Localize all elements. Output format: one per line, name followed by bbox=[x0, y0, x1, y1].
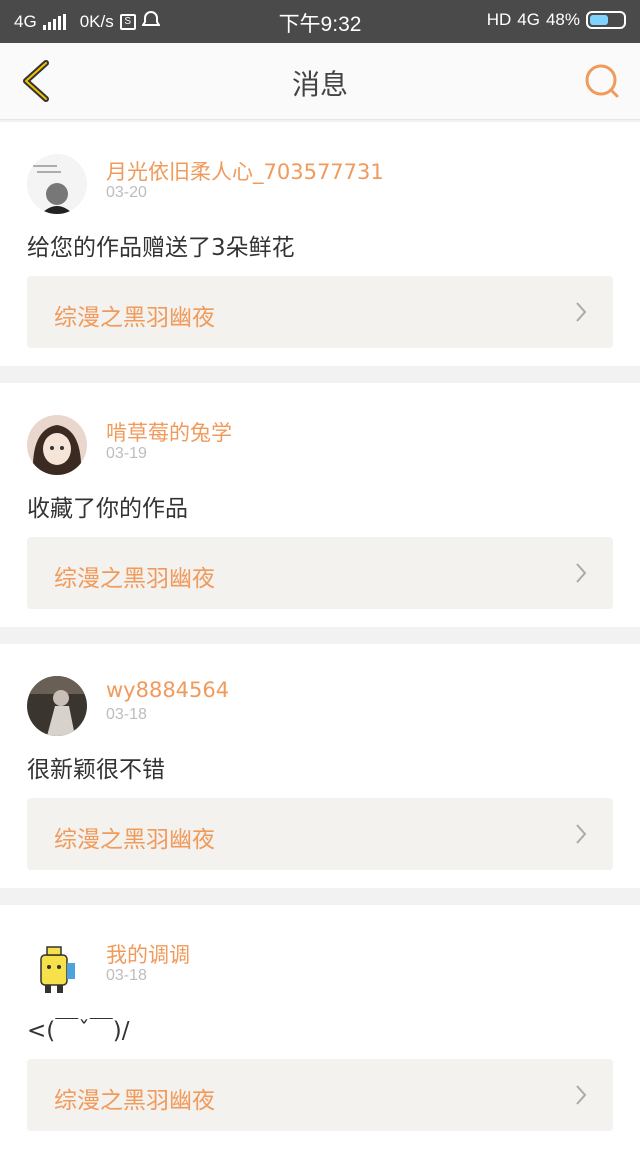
sender-name[interactable]: 我的调调 bbox=[106, 939, 190, 969]
work-link[interactable]: 综漫之黑羽幽夜 bbox=[27, 537, 613, 609]
header: 消息 bbox=[0, 43, 640, 120]
work-title: 综漫之黑羽幽夜 bbox=[54, 1088, 215, 1114]
work-title: 综漫之黑羽幽夜 bbox=[54, 827, 215, 853]
message-text: 给您的作品赠送了3朵鲜花 bbox=[27, 235, 295, 261]
status-right: HD 4G 48% bbox=[487, 10, 626, 30]
message-date: 03-19 bbox=[106, 445, 147, 462]
search-icon bbox=[585, 64, 619, 98]
message-date: 03-20 bbox=[106, 184, 147, 201]
message-list: 月光依旧柔人心_703577731 03-20 给您的作品赠送了3朵鲜花 综漫之… bbox=[0, 122, 640, 1149]
page-title: 消息 bbox=[291, 68, 348, 101]
battery-percent: 48% bbox=[545, 10, 580, 29]
chevron-right-icon bbox=[576, 563, 587, 583]
work-title: 综漫之黑羽幽夜 bbox=[54, 305, 215, 331]
status-bar: 4G 0K/s S 下午9:32 HD 4G 48% bbox=[0, 0, 640, 43]
message-date: 03-18 bbox=[106, 967, 147, 984]
message-card: wy8884564 03-18 很新颖很不错 综漫之黑羽幽夜 bbox=[0, 644, 640, 888]
message-card: 啃草莓的兔学 03-19 收藏了你的作品 综漫之黑羽幽夜 bbox=[0, 383, 640, 627]
sender-name[interactable]: 啃草莓的兔学 bbox=[106, 417, 232, 447]
avatar[interactable] bbox=[27, 937, 87, 997]
avatar[interactable] bbox=[27, 154, 87, 214]
work-link[interactable]: 综漫之黑羽幽夜 bbox=[27, 276, 613, 348]
battery-icon bbox=[586, 11, 626, 29]
sender-name[interactable]: 月光依旧柔人心_703577731 bbox=[106, 156, 384, 186]
hd-indicator: HD bbox=[486, 10, 512, 29]
message-date: 03-18 bbox=[106, 706, 147, 723]
message-card: 我的调调 03-18 <(￣ˇ￣)/ 综漫之黑羽幽夜 bbox=[0, 905, 640, 1149]
chevron-right-icon bbox=[576, 302, 587, 322]
search-button[interactable] bbox=[582, 61, 622, 101]
avatar[interactable] bbox=[27, 415, 87, 475]
message-card: 月光依旧柔人心_703577731 03-20 给您的作品赠送了3朵鲜花 综漫之… bbox=[0, 122, 640, 366]
sender-name[interactable]: wy8884564 bbox=[106, 678, 229, 702]
network-type-right: 4G bbox=[517, 10, 540, 29]
message-text: 收藏了你的作品 bbox=[27, 496, 188, 522]
chevron-right-icon bbox=[576, 824, 587, 844]
work-link[interactable]: 综漫之黑羽幽夜 bbox=[27, 1059, 613, 1131]
message-text: 很新颖很不错 bbox=[27, 757, 165, 783]
work-title: 综漫之黑羽幽夜 bbox=[54, 566, 215, 592]
message-text: <(￣ˇ￣)/ bbox=[27, 1018, 130, 1044]
avatar[interactable] bbox=[27, 676, 87, 736]
work-link[interactable]: 综漫之黑羽幽夜 bbox=[27, 798, 613, 870]
chevron-right-icon bbox=[576, 1085, 587, 1105]
